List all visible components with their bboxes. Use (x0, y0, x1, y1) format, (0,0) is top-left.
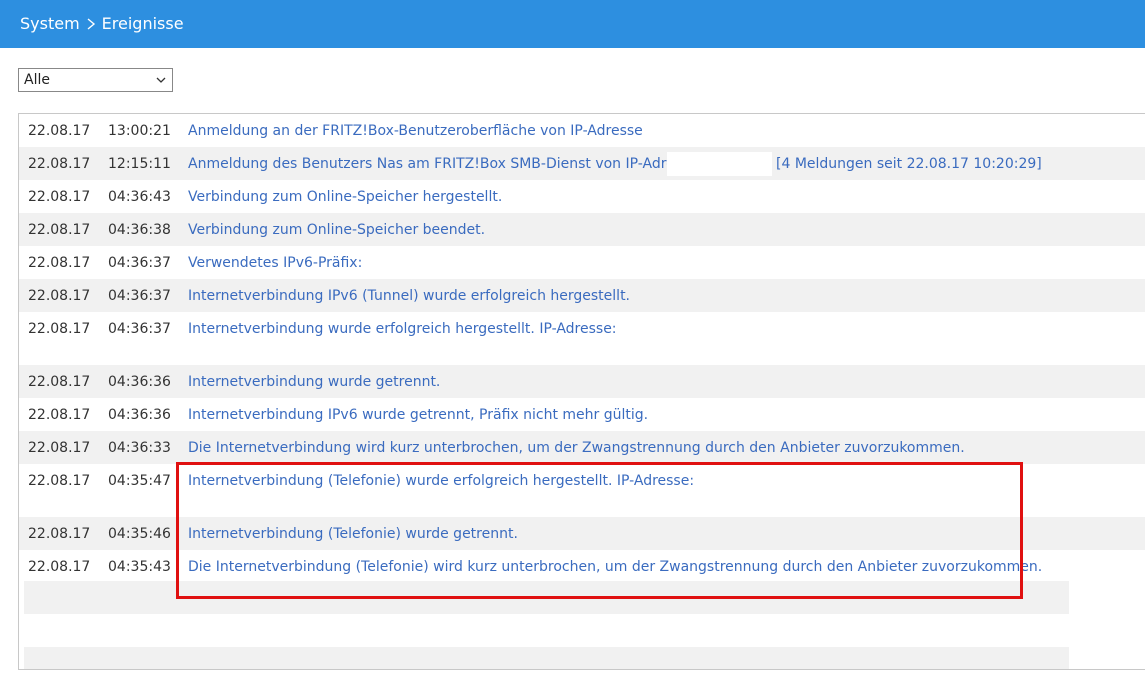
event-time: 04:36:37 (108, 321, 171, 337)
event-repeat-count[interactable]: [4 Meldungen seit 22.08.17 10:20:29] (776, 156, 1042, 172)
event-time: 04:36:36 (108, 407, 171, 423)
empty-row (24, 647, 1069, 669)
breadcrumb: System Ereignisse (20, 13, 184, 35)
event-time: 04:36:37 (108, 255, 171, 271)
filter-selected-value: Alle (24, 72, 50, 88)
event-row: 22.08.17 04:36:38 Verbindung zum Online-… (19, 213, 1145, 246)
event-message[interactable]: Verbindung zum Online-Speicher hergestel… (188, 189, 502, 205)
event-date: 22.08.17 (28, 156, 91, 172)
redacted-ip (667, 152, 772, 176)
event-date: 22.08.17 (28, 407, 91, 423)
event-message[interactable]: Internetverbindung (Telefonie) wurde erf… (188, 473, 694, 489)
event-message[interactable]: Anmeldung an der FRITZ!Box-Benutzeroberf… (188, 123, 643, 139)
event-time: 04:35:46 (108, 526, 171, 542)
event-message[interactable]: Verbindung zum Online-Speicher beendet. (188, 222, 485, 238)
event-row: 22.08.17 04:35:47 Internetverbindung (Te… (19, 464, 1145, 517)
header-bar: System Ereignisse (0, 0, 1145, 48)
event-message[interactable]: Internetverbindung wurde getrennt. (188, 374, 440, 390)
event-date: 22.08.17 (28, 473, 91, 489)
event-time: 04:36:36 (108, 374, 171, 390)
empty-row (24, 581, 1069, 614)
event-message[interactable]: Die Internetverbindung wird kurz unterbr… (188, 440, 965, 456)
event-row: 22.08.17 12:15:11 Anmeldung des Benutzer… (19, 147, 1145, 180)
event-date: 22.08.17 (28, 288, 91, 304)
event-row: 22.08.17 13:00:21 Anmeldung an der FRITZ… (19, 114, 1145, 147)
event-message[interactable]: Internetverbindung IPv6 wurde getrennt, … (188, 407, 648, 423)
event-date: 22.08.17 (28, 255, 91, 271)
event-message[interactable]: Internetverbindung IPv6 (Tunnel) wurde e… (188, 288, 630, 304)
event-time: 04:36:37 (108, 288, 171, 304)
event-row: 22.08.17 04:36:37 Verwendetes IPv6-Präfi… (19, 246, 1145, 279)
event-time: 13:00:21 (108, 123, 171, 139)
event-filter-select[interactable]: Alle (18, 68, 173, 92)
event-date: 22.08.17 (28, 374, 91, 390)
event-message[interactable]: Die Internetverbindung (Telefonie) wird … (188, 559, 1042, 575)
event-time: 04:35:47 (108, 473, 171, 489)
chevron-right-icon (87, 18, 95, 30)
event-list-panel[interactable]: 22.08.17 13:00:21 Anmeldung an der FRITZ… (18, 113, 1145, 670)
event-time: 04:36:33 (108, 440, 171, 456)
event-date: 22.08.17 (28, 559, 91, 575)
event-date: 22.08.17 (28, 440, 91, 456)
breadcrumb-ereignisse: Ereignisse (101, 14, 184, 33)
event-date: 22.08.17 (28, 189, 91, 205)
event-time: 12:15:11 (108, 156, 171, 172)
event-time: 04:36:38 (108, 222, 171, 238)
event-row: 22.08.17 04:36:37 Internetverbindung IPv… (19, 279, 1145, 312)
event-date: 22.08.17 (28, 123, 91, 139)
event-row: 22.08.17 04:36:37 Internetverbindung wur… (19, 312, 1145, 365)
event-row: 22.08.17 04:36:36 Internetverbindung IPv… (19, 398, 1145, 431)
event-row: 22.08.17 04:35:46 Internetverbindung (Te… (19, 517, 1145, 550)
event-date: 22.08.17 (28, 526, 91, 542)
event-time: 04:35:43 (108, 559, 171, 575)
chevron-down-icon (156, 77, 166, 83)
event-row: 22.08.17 04:36:43 Verbindung zum Online-… (19, 180, 1145, 213)
event-row: 22.08.17 04:35:43 Die Internetverbindung… (19, 550, 1145, 583)
event-message[interactable]: Internetverbindung wurde erfolgreich her… (188, 321, 617, 337)
event-message[interactable]: Internetverbindung (Telefonie) wurde get… (188, 526, 518, 542)
event-row: 22.08.17 04:36:33 Die Internetverbindung… (19, 431, 1145, 464)
event-date: 22.08.17 (28, 321, 91, 337)
breadcrumb-system[interactable]: System (20, 13, 80, 35)
event-time: 04:36:43 (108, 189, 171, 205)
event-row: 22.08.17 04:36:36 Internetverbindung wur… (19, 365, 1145, 398)
event-list: 22.08.17 13:00:21 Anmeldung an der FRITZ… (19, 114, 1145, 583)
event-message[interactable]: Anmeldung des Benutzers Nas am FRITZ!Box… (188, 156, 698, 172)
event-message[interactable]: Verwendetes IPv6-Präfix: (188, 255, 362, 271)
event-date: 22.08.17 (28, 222, 91, 238)
